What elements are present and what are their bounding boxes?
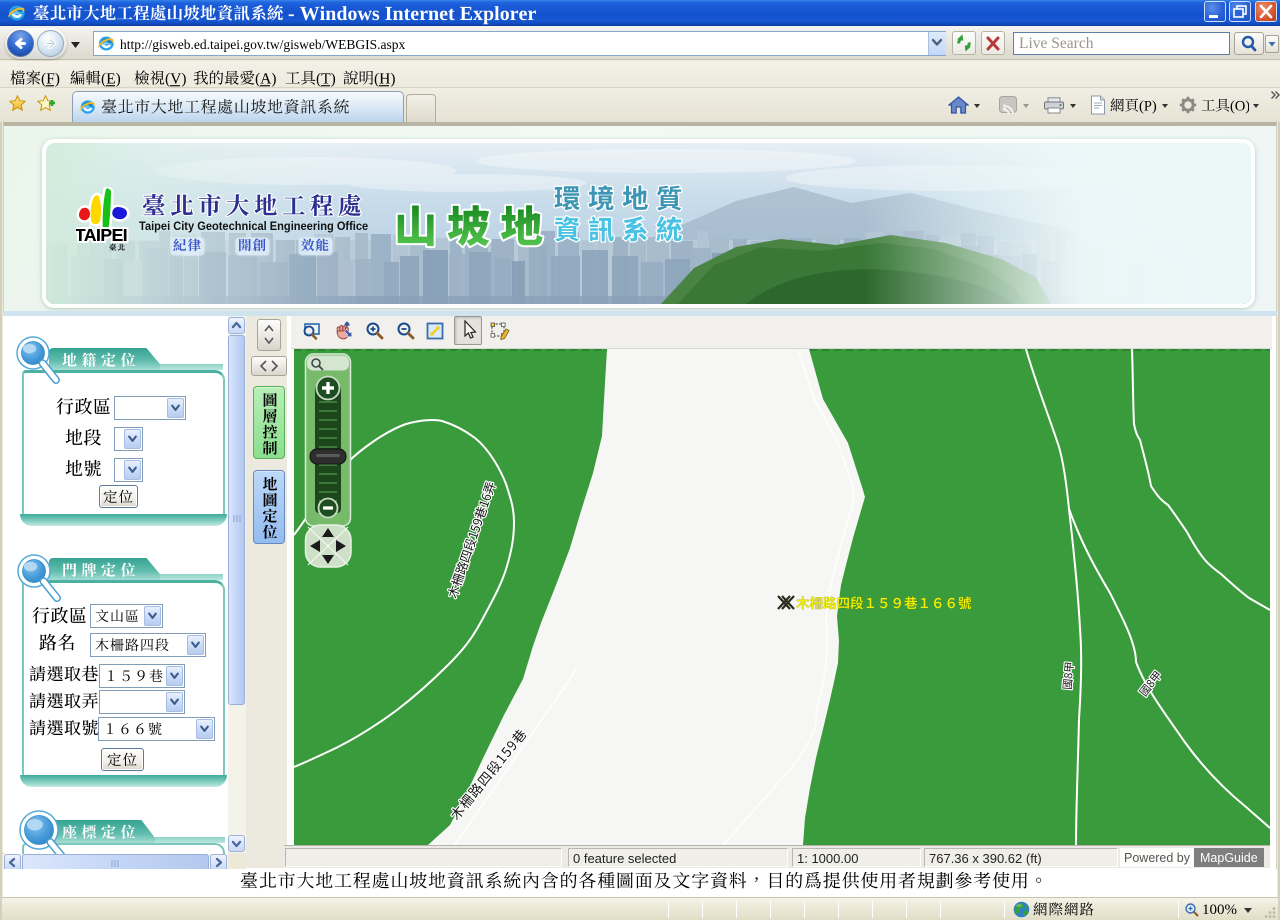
svg-text:TAIPEI: TAIPEI [76, 225, 127, 245]
